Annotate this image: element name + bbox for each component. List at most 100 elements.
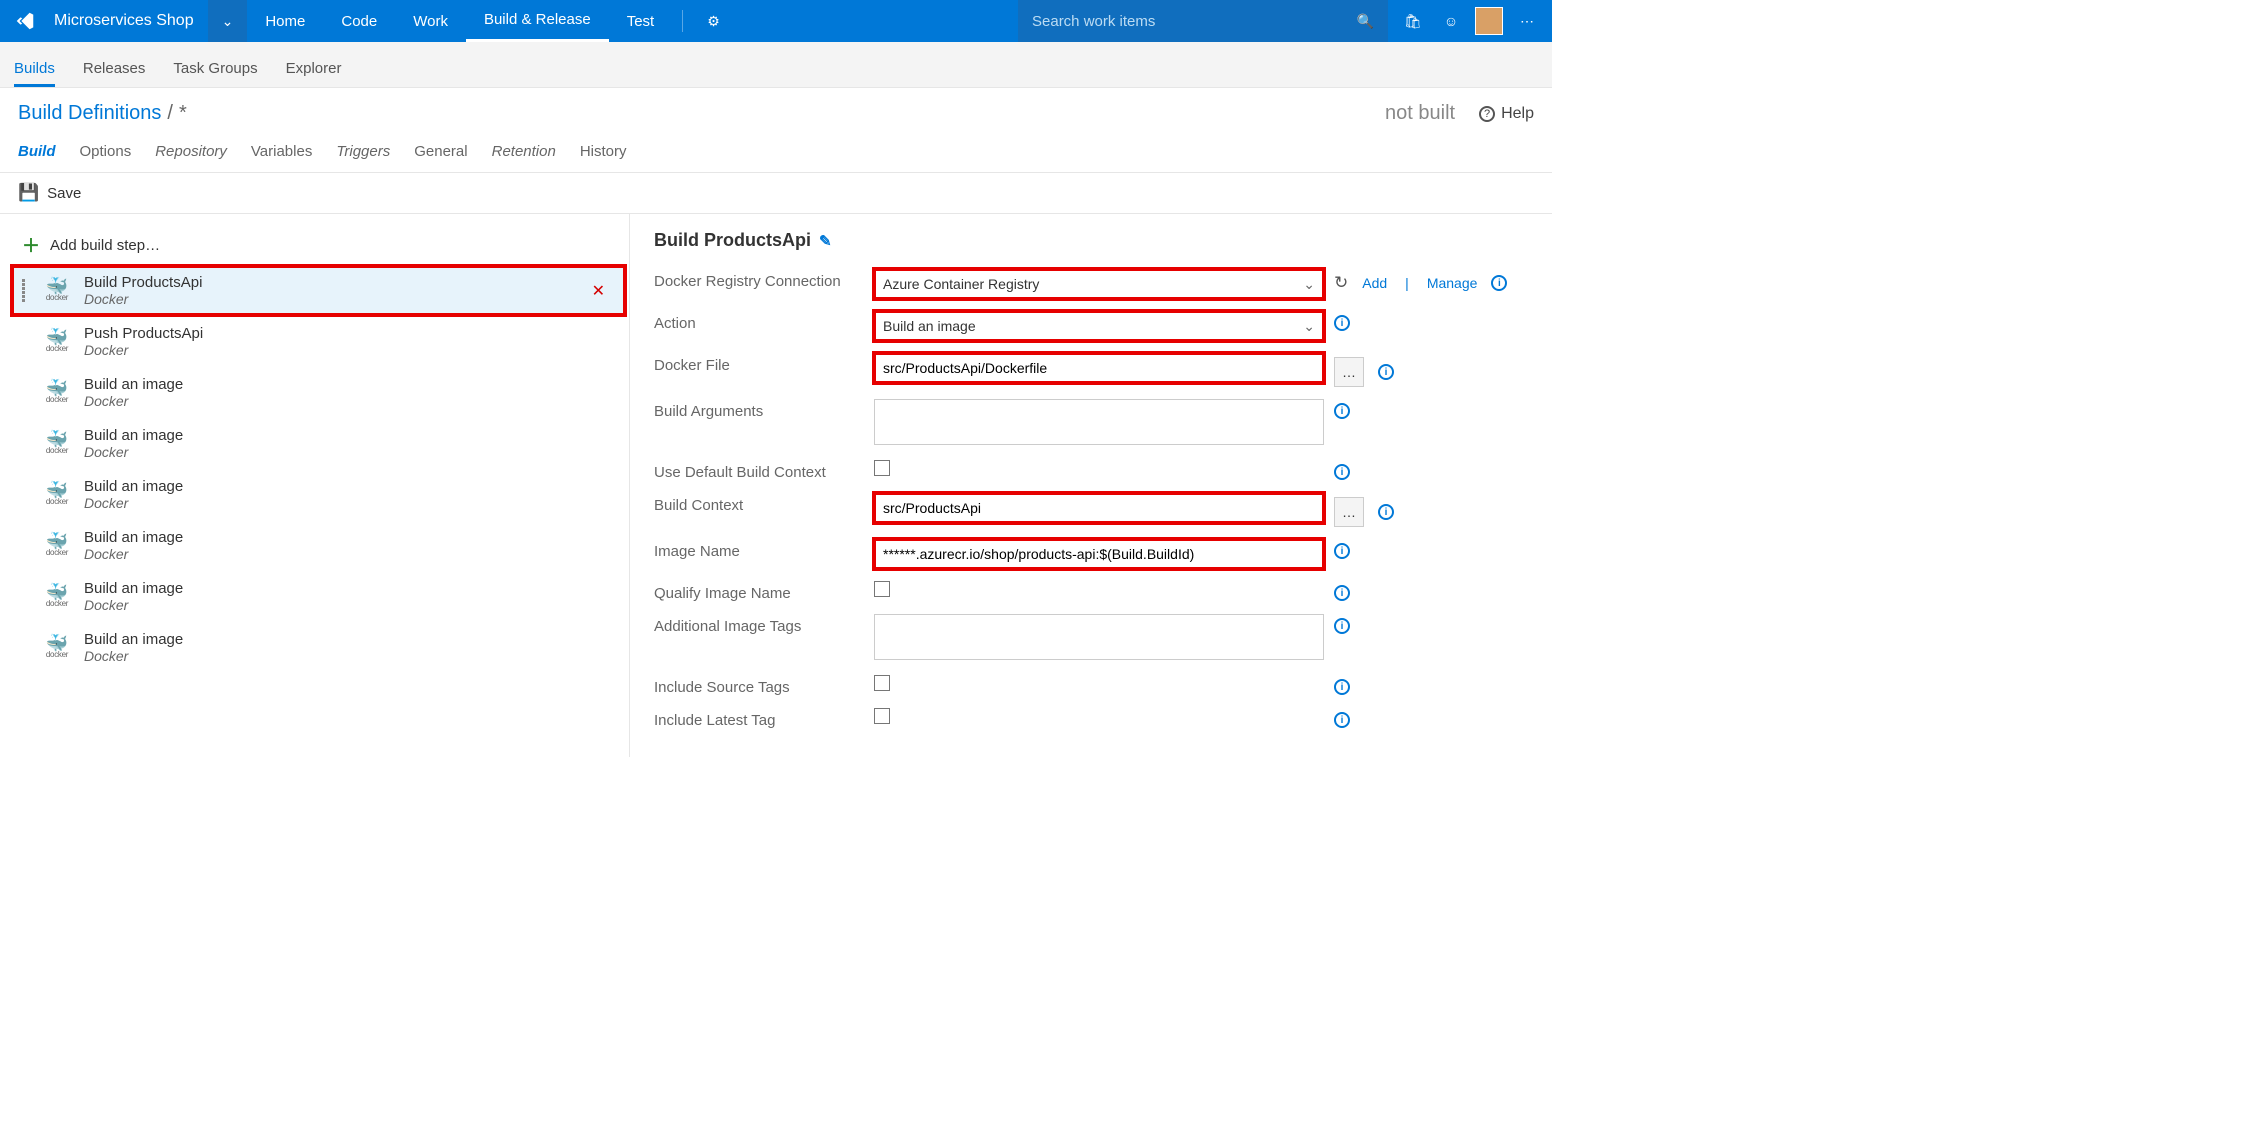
step-title: Build an image [84, 580, 580, 597]
label-srctags: Include Source Tags [654, 675, 874, 696]
subnav-builds[interactable]: Builds [14, 60, 55, 87]
step-title: Build an image [84, 478, 580, 495]
refresh-icon[interactable]: ↻ [1334, 273, 1348, 293]
breadcrumb-link[interactable]: Build Definitions [18, 102, 161, 125]
browse-buildctx[interactable]: … [1334, 497, 1364, 527]
label-buildctx: Build Context [654, 493, 874, 514]
nav-home[interactable]: Home [247, 0, 323, 42]
vs-logo-icon [0, 10, 50, 32]
build-step[interactable]: 🐳dockerBuild ProductsApiDocker✕ [12, 266, 625, 315]
breadcrumb-star: * [179, 102, 187, 125]
input-tags[interactable] [874, 614, 1324, 660]
info-icon[interactable]: i [1334, 585, 1350, 601]
drag-handle-icon[interactable] [22, 279, 30, 302]
step-subtitle: Docker [84, 495, 580, 511]
label-dockerfile: Docker File [654, 353, 874, 374]
step-subtitle: Docker [84, 444, 580, 460]
step-subtitle: Docker [84, 342, 580, 358]
link-manage[interactable]: Manage [1427, 275, 1478, 291]
tab-general[interactable]: General [414, 139, 467, 164]
build-step[interactable]: 🐳dockerBuild an imageDocker✕ [12, 368, 625, 417]
nav-work[interactable]: Work [395, 0, 466, 42]
build-step[interactable]: 🐳dockerBuild an imageDocker✕ [12, 419, 625, 468]
info-icon[interactable]: i [1334, 679, 1350, 695]
step-title: Build ProductsApi [84, 274, 580, 291]
info-icon[interactable]: i [1378, 504, 1394, 520]
step-title: Build an image [84, 631, 580, 648]
browse-dockerfile[interactable]: … [1334, 357, 1364, 387]
checkbox-srctags[interactable] [874, 675, 890, 691]
chevron-down-icon: ⌄ [222, 13, 234, 30]
project-dropdown[interactable]: ⌄ [208, 0, 248, 42]
info-icon[interactable]: i [1334, 315, 1350, 331]
select-action[interactable]: Build an image ⌄ [874, 311, 1324, 341]
build-step[interactable]: 🐳dockerBuild an imageDocker✕ [12, 521, 625, 570]
label-action: Action [654, 311, 874, 332]
search-container: 🔍 [1018, 0, 1388, 42]
build-step[interactable]: 🐳dockerPush ProductsApiDocker✕ [12, 317, 625, 366]
build-step[interactable]: 🐳dockerBuild an imageDocker✕ [12, 470, 625, 519]
chevron-down-icon: ⌄ [1303, 318, 1315, 335]
pencil-icon[interactable]: ✎ [819, 232, 832, 250]
breadcrumb-sep: / [161, 102, 179, 125]
tab-triggers[interactable]: Triggers [336, 139, 390, 164]
label-tags: Additional Image Tags [654, 614, 874, 635]
info-icon[interactable]: i [1334, 403, 1350, 419]
smile-icon[interactable]: ☺ [1434, 0, 1468, 42]
info-icon[interactable]: i [1378, 364, 1394, 380]
nav-test[interactable]: Test [609, 0, 673, 42]
build-step[interactable]: 🐳dockerBuild an imageDocker✕ [12, 572, 625, 621]
nav-build-release[interactable]: Build & Release [466, 0, 609, 42]
input-imagename[interactable] [874, 539, 1324, 569]
info-icon[interactable]: i [1334, 618, 1350, 634]
input-dockerfile[interactable] [874, 353, 1324, 383]
docker-icon: 🐳docker [42, 381, 72, 404]
input-buildargs[interactable] [874, 399, 1324, 445]
label-latest: Include Latest Tag [654, 708, 874, 729]
nav-code[interactable]: Code [323, 0, 395, 42]
docker-icon: 🐳docker [42, 585, 72, 608]
save-label: Save [47, 185, 81, 202]
ellipsis-icon[interactable]: ⋯ [1510, 0, 1544, 42]
checkbox-defaultctx[interactable] [874, 460, 890, 476]
search-input[interactable] [1032, 13, 1357, 30]
select-registry[interactable]: Azure Container Registry ⌄ [874, 269, 1324, 299]
avatar[interactable] [1472, 0, 1506, 42]
help-icon: ? [1479, 106, 1495, 122]
checkbox-qualify[interactable] [874, 581, 890, 597]
tab-build[interactable]: Build [18, 139, 56, 164]
step-subtitle: Docker [84, 648, 580, 664]
info-icon[interactable]: i [1334, 464, 1350, 480]
project-name[interactable]: Microservices Shop [50, 12, 208, 30]
tab-variables[interactable]: Variables [251, 139, 312, 164]
checkbox-latest[interactable] [874, 708, 890, 724]
add-step-label: Add build step… [50, 237, 160, 254]
docker-icon: 🐳docker [42, 534, 72, 557]
info-icon[interactable]: i [1334, 712, 1350, 728]
step-subtitle: Docker [84, 393, 580, 409]
chevron-down-icon: ⌄ [1303, 276, 1315, 293]
docker-icon: 🐳docker [42, 330, 72, 353]
status-label: not built [1385, 102, 1455, 125]
subnav-task-groups[interactable]: Task Groups [173, 60, 257, 87]
info-icon[interactable]: i [1334, 543, 1350, 559]
gear-icon[interactable]: ⚙ [693, 13, 734, 30]
tab-retention[interactable]: Retention [492, 139, 556, 164]
tab-options[interactable]: Options [80, 139, 132, 164]
help-button[interactable]: ? Help [1479, 105, 1534, 123]
search-icon[interactable]: 🔍 [1357, 13, 1374, 30]
link-add[interactable]: Add [1362, 275, 1387, 291]
subnav-explorer[interactable]: Explorer [286, 60, 342, 87]
tab-repository[interactable]: Repository [155, 139, 227, 164]
save-button[interactable]: 💾 Save [18, 183, 81, 203]
info-icon[interactable]: i [1491, 275, 1507, 291]
input-buildctx[interactable] [874, 493, 1324, 523]
subnav-releases[interactable]: Releases [83, 60, 146, 87]
tab-history[interactable]: History [580, 139, 627, 164]
step-title-text: Build ProductsApi [654, 230, 811, 251]
add-build-step[interactable]: ＋ Add build step… [12, 226, 625, 264]
delete-step-icon[interactable]: ✕ [592, 281, 615, 301]
shop-icon[interactable]: 🛍 [1396, 0, 1430, 42]
link-sep: | [1401, 275, 1413, 291]
build-step[interactable]: 🐳dockerBuild an imageDocker✕ [12, 623, 625, 672]
